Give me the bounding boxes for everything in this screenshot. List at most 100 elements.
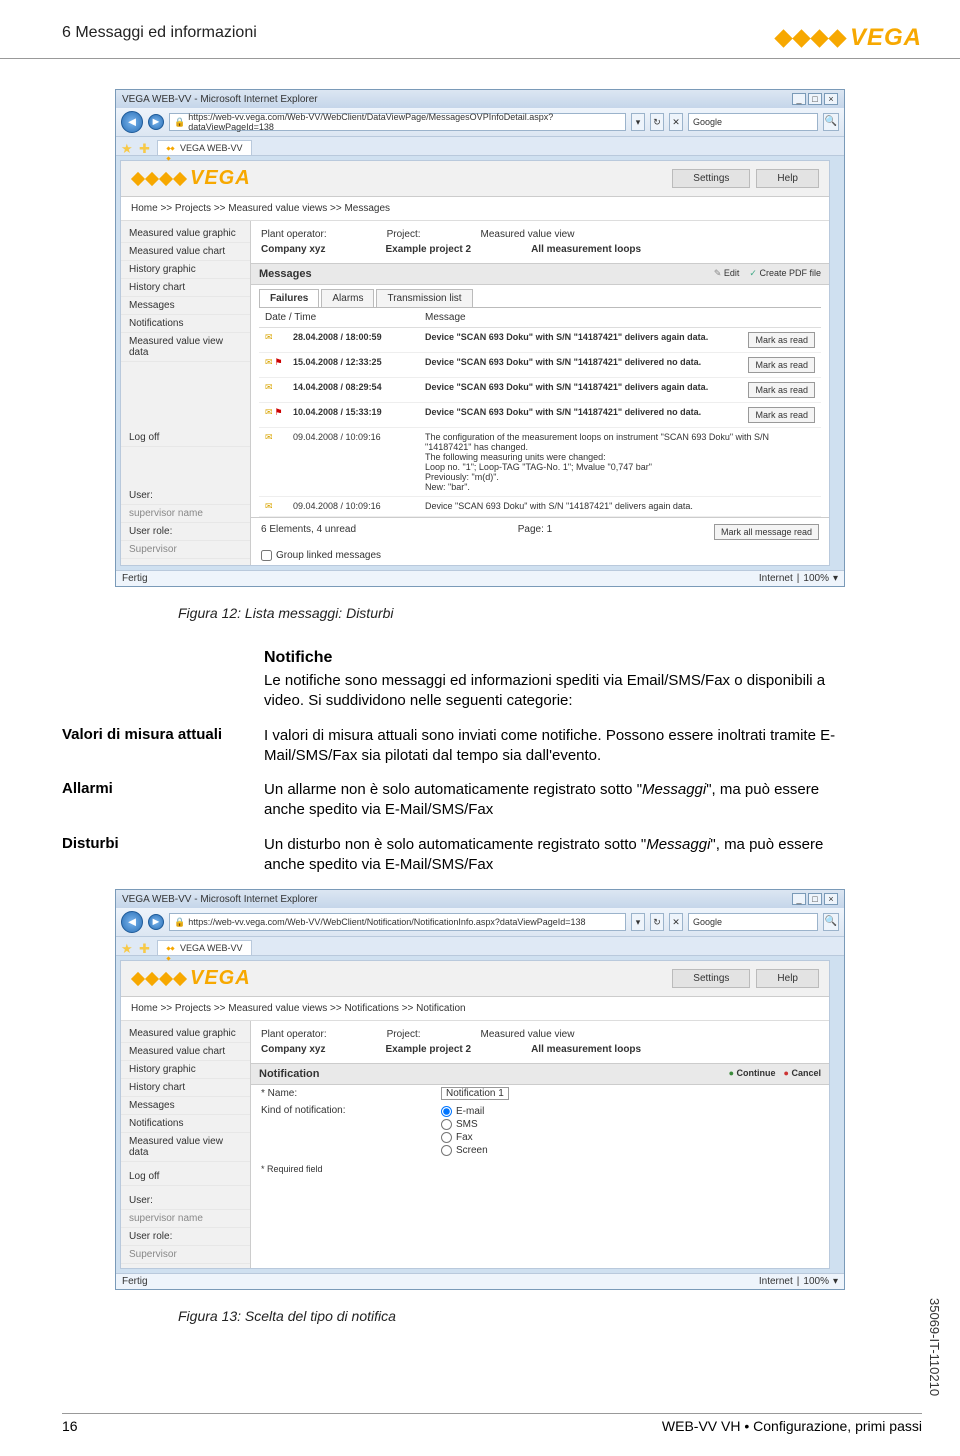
address-bar[interactable]: https://web-vv.vega.com/Web-VV/WebClient… <box>169 113 626 131</box>
back-button[interactable]: ◄ <box>121 911 143 933</box>
info-value: Company xyz <box>261 1044 325 1055</box>
row-message: Device "SCAN 693 Doku" with S/N "1418742… <box>425 332 748 342</box>
sidebar-item[interactable]: History chart <box>121 279 250 297</box>
table-row: ✉⚑15.04.2008 / 12:33:25Device "SCAN 693 … <box>259 353 821 378</box>
notification-kind-radio[interactable] <box>441 1132 452 1143</box>
mark-as-read-button[interactable]: Mark as read <box>748 357 815 373</box>
sidebar-item[interactable]: History graphic <box>121 1061 250 1079</box>
sidebar-item[interactable]: History chart <box>121 1079 250 1097</box>
search-button[interactable]: 🔍 <box>823 913 839 931</box>
browser-tab[interactable]: VEGA WEB-VV <box>157 940 252 955</box>
stop-button[interactable]: ✕ <box>669 113 683 131</box>
cancel-button[interactable]: Cancel <box>784 1068 821 1080</box>
notification-kind-radio[interactable] <box>441 1119 452 1130</box>
url-dropdown[interactable]: ▾ <box>631 913 645 931</box>
edit-link[interactable]: Edit <box>714 268 740 280</box>
settings-button[interactable]: Settings <box>672 969 750 988</box>
help-button[interactable]: Help <box>756 169 819 188</box>
diamond-icon <box>172 971 186 985</box>
back-button[interactable]: ◄ <box>121 111 143 133</box>
sidebar-item[interactable]: Measured value chart <box>121 243 250 261</box>
tab-failures[interactable]: Failures <box>259 289 319 307</box>
forward-button[interactable]: ► <box>148 914 164 930</box>
row-datetime: 09.04.2008 / 10:09:16 <box>293 432 425 442</box>
sidebar-item[interactable]: Measured value graphic <box>121 225 250 243</box>
refresh-button[interactable]: ↻ <box>650 913 664 931</box>
lock-icon <box>174 917 185 928</box>
minimize-button[interactable]: _ <box>792 93 806 105</box>
row-message: Device "SCAN 693 Doku" with S/N "1418742… <box>425 382 748 392</box>
favorites-add-icon[interactable]: ✚ <box>139 941 153 955</box>
mark-as-read-button[interactable]: Mark as read <box>748 332 815 348</box>
continue-button[interactable]: Continue <box>729 1068 776 1080</box>
search-box[interactable]: Google <box>688 113 818 131</box>
settings-button[interactable]: Settings <box>672 169 750 188</box>
group-linked-label: Group linked messages <box>276 550 381 561</box>
logoff-link[interactable]: Log off <box>121 402 250 447</box>
envelope-icon: ✉ <box>265 432 273 443</box>
search-box[interactable]: Google <box>688 913 818 931</box>
status-text: Fertig <box>122 573 148 584</box>
sidebar-item[interactable]: Measured value view data <box>121 333 250 362</box>
stop-button[interactable]: ✕ <box>669 913 683 931</box>
url-text: https://web-vv.vega.com/Web-VV/WebClient… <box>188 112 621 132</box>
sidebar-item[interactable]: Measured value graphic <box>121 1025 250 1043</box>
radio-label: Screen <box>456 1145 488 1156</box>
favorites-icon[interactable]: ★ <box>121 941 135 955</box>
notification-kind-radio[interactable] <box>441 1106 452 1117</box>
flag-icon: ⚑ <box>275 407 283 418</box>
required-note: * Required field <box>251 1160 829 1178</box>
sidebar-item[interactable]: Messages <box>121 297 250 315</box>
info-label: Measured value view <box>481 229 575 240</box>
mark-as-read-button[interactable]: Mark as read <box>748 382 815 398</box>
sidebar-item[interactable]: Messages <box>121 1097 250 1115</box>
tab-transmission[interactable]: Transmission list <box>376 289 472 307</box>
address-bar[interactable]: https://web-vv.vega.com/Web-VV/WebClient… <box>169 913 626 931</box>
browser-tab[interactable]: VEGA WEB-VV <box>157 140 252 155</box>
mark-as-read-button[interactable]: Mark as read <box>748 407 815 423</box>
close-button[interactable]: × <box>824 893 838 905</box>
help-button[interactable]: Help <box>756 969 819 988</box>
user-label: User: <box>121 487 250 505</box>
definition-block: DisturbiUn disturbo non è solo automatic… <box>62 835 898 876</box>
breadcrumb: Home >> Projects >> Measured value views… <box>121 997 829 1021</box>
name-label: * Name: <box>261 1088 441 1099</box>
page-footer: 16 WEB-VV VH • Configurazione, primi pas… <box>62 1413 922 1434</box>
tab-alarms[interactable]: Alarms <box>321 289 374 307</box>
userrole-value: Supervisor <box>121 1246 250 1264</box>
refresh-button[interactable]: ↻ <box>650 113 664 131</box>
maximize-button[interactable]: □ <box>808 93 822 105</box>
minimize-button[interactable]: _ <box>792 893 806 905</box>
tab-favicon <box>166 943 176 953</box>
group-linked-checkbox[interactable] <box>261 550 272 561</box>
envelope-icon: ✉ <box>265 501 273 512</box>
mark-all-read-button[interactable]: Mark all message read <box>714 524 819 540</box>
logoff-link[interactable]: Log off <box>121 1168 250 1186</box>
window-title: VEGA WEB-VV - Microsoft Internet Explore… <box>122 94 318 105</box>
create-pdf-link[interactable]: Create PDF file <box>749 268 821 280</box>
favorites-add-icon[interactable]: ✚ <box>139 141 153 155</box>
sidebar-item[interactable]: Notifications <box>121 1115 250 1133</box>
app-logo-text: VEGA <box>190 967 251 990</box>
favorites-icon[interactable]: ★ <box>121 141 135 155</box>
sidebar-item[interactable]: History graphic <box>121 261 250 279</box>
page-indicator: Page: 1 <box>518 524 552 540</box>
name-input[interactable]: Notification 1 <box>441 1087 509 1100</box>
status-bar: Fertig Internet | 100% ▾ <box>116 570 844 586</box>
definition-body: Un disturbo non è solo automaticamente r… <box>264 835 898 876</box>
table-row: ✉14.04.2008 / 08:29:54Device "SCAN 693 D… <box>259 378 821 403</box>
user-name: supervisor name <box>121 505 250 523</box>
notification-kind-radio[interactable] <box>441 1145 452 1156</box>
diamond-icon <box>828 29 846 47</box>
sidebar-item[interactable]: Measured value chart <box>121 1043 250 1061</box>
forward-button[interactable]: ► <box>148 114 164 130</box>
maximize-button[interactable]: □ <box>808 893 822 905</box>
url-dropdown[interactable]: ▾ <box>631 113 645 131</box>
userrole-label: User role: <box>121 523 250 541</box>
radio-label: E-mail <box>456 1106 484 1117</box>
close-button[interactable]: × <box>824 93 838 105</box>
sidebar-item[interactable]: Measured value view data <box>121 1133 250 1162</box>
flag-icon: ⚑ <box>275 357 283 368</box>
search-button[interactable]: 🔍 <box>823 113 839 131</box>
sidebar-item[interactable]: Notifications <box>121 315 250 333</box>
